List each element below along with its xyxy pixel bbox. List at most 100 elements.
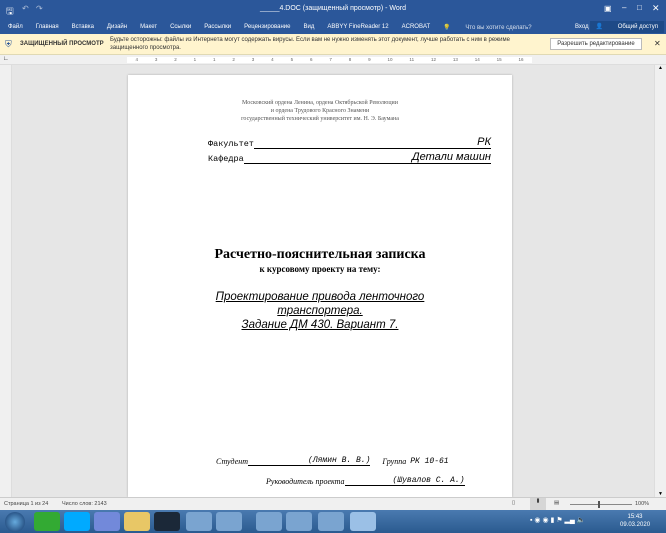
protected-view-title: ЗАЩИЩЕННЫЙ ПРОСМОТР [20,41,104,47]
tab-layout[interactable]: Макет [140,24,157,30]
supervisor-row: Руководитель проекта (Шувалов С. А.) [266,476,465,486]
header-line: государственный технический университет … [241,116,399,122]
taskbar-discord-icon[interactable] [94,512,120,531]
read-mode-icon[interactable]: ▯ [512,500,515,506]
page-count[interactable]: Страница 1 из 24 [4,501,48,507]
ribbon-options-icon[interactable]: ▣ [604,4,612,13]
group-label: Группа [382,457,407,466]
tab-view[interactable]: Вид [303,24,314,30]
ruler-tick: 3 [154,57,158,62]
enable-editing-button[interactable]: Разрешить редактирование [550,38,642,50]
tab-references[interactable]: Ссылки [170,24,191,30]
taskbar: ▪ ◉ ◉ ▮ ⚑ ▂▄ 🔈 15:43 09.03.2020 [0,510,666,533]
clock[interactable]: 15:43 09.03.2020 [620,513,650,529]
ruler-tick: 10 [387,57,393,62]
start-button[interactable] [5,512,25,532]
vertical-scrollbar[interactable]: ▲ ▼ [654,65,666,497]
ruler-tick: 4 [135,57,138,62]
tab-acrobat[interactable]: ACROBAT [402,24,431,30]
zoom-slider-thumb[interactable] [598,501,600,508]
scroll-up-icon[interactable]: ▲ [658,65,663,71]
taskbar-skype-icon[interactable] [64,512,90,531]
document-page[interactable]: Московский ордена Ленина, ордена Октябрь… [128,75,512,497]
tab-home[interactable]: Главная [36,24,59,30]
taskbar-app-x-icon[interactable] [256,512,282,531]
ruler-tick: 12 [430,57,436,62]
topic-line: транспортера. [277,305,363,317]
topic-line: Задание ДМ 430. Вариант 7. [241,319,399,331]
ruler-tick: 9 [368,57,371,62]
ruler-tick: 3 [251,57,255,62]
share-button[interactable]: 👤 Общий доступ [589,21,664,33]
department-row: Кафедра Детали машин [208,151,491,164]
taskbar-snipping-icon[interactable] [286,512,312,531]
status-bar: Страница 1 из 24 Число слов: 2143 ▯ ▮ ▤ … [0,497,666,510]
supervisor-label: Руководитель проекта [266,477,345,486]
tab-selector-icon[interactable]: ∟ [3,56,9,62]
close-message-icon[interactable]: ✕ [654,39,661,48]
tab-insert[interactable]: Вставка [72,24,94,30]
project-topic: Проектирование привода ленточного трансп… [128,290,512,332]
ribbon-tabs: Файл Главная Вставка Дизайн Макет Ссылки… [0,20,666,34]
header-line: Московский ордена Ленина, ордена Октябрь… [242,100,398,106]
ruler-tick: 11 [409,57,415,62]
ruler-tick: 15 [496,57,502,62]
tab-review[interactable]: Рецензирование [244,24,290,30]
ruler-tick: 5 [290,57,294,62]
shield-icon: ⛨ [5,39,12,49]
department-value: Детали машин [243,151,491,164]
ruler-tick: 1 [213,57,216,62]
taskbar-explorer-icon[interactable] [124,512,150,531]
tab-mailings[interactable]: Рассылки [204,24,231,30]
taskbar-winrar-icon[interactable] [318,512,344,531]
supervisor-name: (Шувалов С. А.) [392,476,465,486]
print-layout-icon[interactable]: ▮ [530,498,546,510]
clock-date: 09.03.2020 [620,522,651,528]
taskbar-steam-icon[interactable] [154,512,180,531]
system-tray-icons[interactable]: ▪ ◉ ◉ ▮ ⚑ ▂▄ 🔈 [530,516,586,524]
ruler-tick: 1 [193,57,197,62]
ruler-tick: 14 [474,57,480,62]
university-header: Московский ордена Ленина, ордена Октябрь… [128,99,512,123]
close-button[interactable]: ✕ [652,3,660,14]
zoom-slider[interactable] [570,504,632,505]
ruler-tick: 13 [452,57,458,62]
word-count[interactable]: Число слов: 2143 [62,501,107,507]
protected-view-bar: ⛨ ЗАЩИЩЕННЫЙ ПРОСМОТР Будьте осторожны: … [0,34,666,55]
ruler-scale: 4 3 2 1 1 2 3 4 5 6 7 8 9 10 11 12 13 14 15 16 [127,57,532,63]
title-bar: 🖫 ↶ ↷ _____4.DOC (защищенный просмотр) -… [0,0,666,20]
student-name: (Лямин В. В.) [308,456,371,466]
document-title: Расчетно-пояснительная записка [214,247,426,262]
ruler-tick: 2 [174,57,177,62]
horizontal-ruler[interactable]: ∟ 4 3 2 1 1 2 3 4 5 6 7 8 9 10 11 12 13 14 15 16 [0,55,666,65]
tab-abbyy[interactable]: ABBYY FineReader 12 [327,24,388,30]
taskbar-heart-icon[interactable] [216,512,242,531]
window-title: _____4.DOC (защищенный просмотр) - Word [260,5,406,12]
ruler-tick: 4 [271,57,274,62]
student-label: Студент [216,457,248,466]
clock-time: 15:43 [627,514,643,520]
taskbar-utorrent-icon[interactable] [34,512,60,531]
tell-me-search[interactable]: 💡 Что вы хотите сделать? [443,24,531,31]
faculty-row: Факультет РК [208,136,491,149]
minimize-button[interactable]: – [622,3,626,12]
student-row: Студент (Лямин В. В.) Группа РК 10-61 [216,456,449,466]
vertical-ruler[interactable] [0,65,12,497]
taskbar-chrome-icon[interactable] [186,512,212,531]
document-subtitle: к курсовому проекту на тему: [259,264,381,274]
taskbar-word-icon[interactable] [350,512,376,531]
faculty-label: Факультет [208,139,254,149]
zoom-level[interactable]: 100% [635,501,649,507]
ruler-tick: 6 [309,57,313,62]
web-layout-icon[interactable]: ▤ [554,500,559,506]
tab-design[interactable]: Дизайн [107,24,127,30]
tab-file[interactable]: Файл [8,24,23,30]
group-value: РК 10-61 [410,457,449,466]
ruler-tick: 7 [329,57,332,62]
ruler-tick: 2 [232,57,235,62]
header-line: и ордена Трудового Красного Знамени [270,108,370,114]
signin-link[interactable]: Вход [575,24,589,30]
maximize-button[interactable]: □ [637,3,642,12]
share-label: Общий доступ [617,24,658,30]
protected-view-text: Будьте осторожны: файлы из Интернета мог… [110,37,510,51]
